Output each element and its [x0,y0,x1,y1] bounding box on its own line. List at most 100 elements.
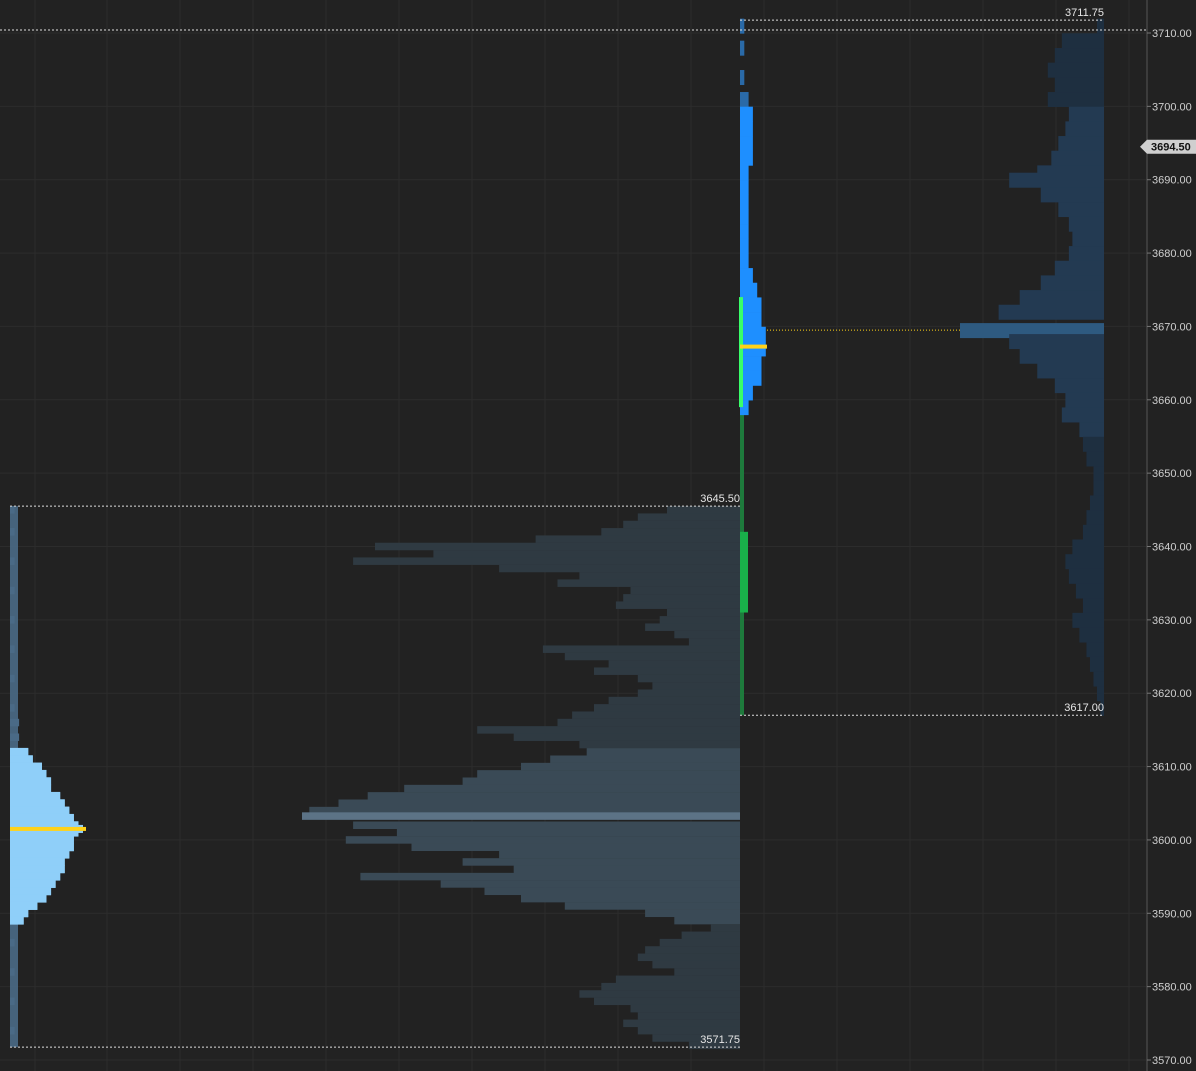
axis-tick-label: 3700.00 [1152,101,1192,113]
current-volume-bar [1093,466,1104,482]
prior-volume-bar [659,616,740,624]
current-tpo-bar [740,18,745,34]
prior-volume-bar [404,784,740,793]
single-prints [740,531,748,613]
current-price-label: 3694.50 [1151,142,1191,154]
prior-session-profile[interactable] [10,506,740,1050]
prior-volume-bar [659,938,740,947]
prior-volume-bar [674,630,740,639]
prior-volume-bar [608,696,740,705]
current-tpo-bar [740,224,749,240]
prior-volume-bar [499,564,740,573]
prior-volume-bar [572,711,740,719]
current-volume-bar [1089,656,1104,672]
current-tpo-bar [740,312,762,328]
current-volume-bar [1054,48,1104,64]
prior-volume-bar [645,623,740,631]
current-volume-bar [1075,583,1104,599]
current-volume-bar [1068,216,1104,232]
current-tpo-bar [740,165,749,181]
axis-tick-label: 3570.00 [1152,1055,1192,1067]
current-volume-bar [1054,260,1104,276]
prior-tpo-va-bar [10,747,29,756]
current-volume-bar [1054,77,1104,93]
prior-volume-bar [513,733,740,741]
prior-volume-bar [477,770,740,778]
prior-tpo-va-bar [10,784,52,793]
prior-volume-bar [521,894,740,903]
current-volume-bar [1079,627,1104,643]
current-tpo-bar [740,326,766,342]
prior-volume-bar [594,997,740,1006]
price-axis[interactable]: 3570.00 3580.00 3590.00 3600.00 3610.00 3620.… [1140,0,1196,1071]
axis-tick-label: 3710.00 [1152,28,1192,40]
current-tpo-bar [740,106,753,122]
current-volume-bar [1065,554,1104,570]
prior-volume-bar [615,601,740,609]
prior-volume-bar [667,608,740,617]
current-volume-bar [1072,231,1104,247]
prior-volume-bar [564,652,740,661]
current-tpo-bar [740,370,762,386]
prior-volume-bar [623,520,740,529]
current-volume-bar [1086,642,1104,658]
prior-tpo-va-bar [10,894,47,903]
current-volume-bar [1037,363,1104,379]
current-tpo-bar [740,268,753,284]
prior-volume-bar [521,762,740,771]
current-tpo-bar [740,282,758,298]
current-tpo-bar [740,180,749,196]
prior-volume-bar [411,843,740,852]
current-tpo-bar [740,238,749,254]
current-volume-bar [1061,33,1104,49]
prior-volume-bar [652,960,740,969]
axis-tick-label: 3690.00 [1152,175,1192,187]
prior-volume-bar [615,975,740,984]
prior-volume-bar [594,704,740,712]
current-tpo-bar [740,356,762,372]
current-volume-bar [1068,246,1104,262]
current-volume-bar [1065,392,1104,408]
level-label: 3617.00 [1064,702,1104,714]
prior-tpo-va-bar [10,879,56,888]
prior-volume-bar [623,594,740,602]
axis-tick-label: 3660.00 [1152,395,1192,407]
prior-volume-bar [637,1012,740,1020]
current-volume-bar [1040,275,1104,291]
current-volume-bar [1089,495,1104,511]
current-tpo-bar [740,341,766,357]
current-volume-bar [1058,136,1104,152]
prior-volume-bar [462,777,740,785]
prior-volume-bar [338,799,740,807]
axis-tick-label: 3590.00 [1152,908,1192,920]
prior-volume-bar [462,858,740,866]
prior-tpo-va-bar [10,865,65,874]
current-session-profile[interactable] [739,18,1104,716]
current-volume-bar [1082,436,1104,452]
prior-tpo-va-bar [10,850,70,859]
market-profile-chart[interactable]: 3711.75 3645.50 3617.00 3571.75 3570.00 3580… [0,0,1196,1071]
prior-volume-bar [674,968,740,976]
prior-volume-bar [499,850,740,859]
prior-tpo-va-bar [10,901,38,910]
current-volume-bar [1058,202,1104,218]
prior-volume-bar [360,872,740,881]
prior-volume-bar [542,645,740,653]
prior-volume-bar [375,542,740,551]
prior-volume-bar [586,748,740,756]
prior-volume-bar [630,1004,740,1013]
current-tpo-bar [740,150,753,166]
prior-volume-bar [667,506,740,514]
prior-volume-bar [681,931,740,940]
current-volume-bar [1061,407,1104,423]
current-volume-bar [1093,671,1104,687]
prior-volume-bar [484,887,740,896]
prior-tpo-va-bar [10,857,65,866]
current-volume-bar [1019,290,1104,306]
current-volume-bar [1065,121,1104,137]
prior-volume-bar [594,667,740,675]
current-volume-bar [1079,422,1104,438]
current-volume-bar [1047,92,1104,108]
level-label: 3645.50 [700,493,740,505]
current-volume-bar [1082,598,1104,614]
